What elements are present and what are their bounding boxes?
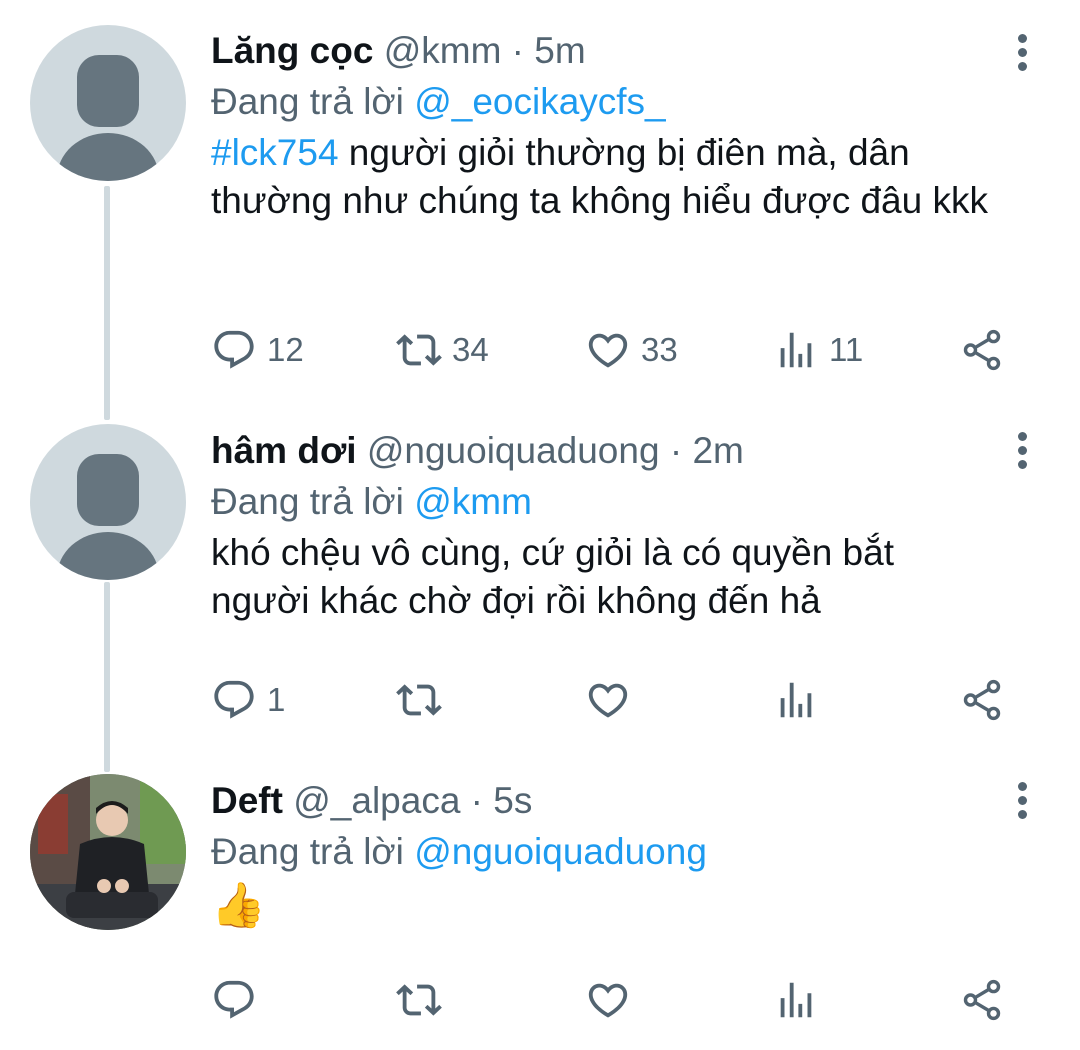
reply-button[interactable] [211,976,267,1024]
avatar[interactable] [30,25,186,181]
reply-prefix: Đang trả lời [211,81,404,122]
share-icon [963,329,1001,371]
author-handle[interactable]: @_alpaca [293,780,460,821]
tweet[interactable]: hâm dơi @nguoiquaduong · 2m Đang trả lời… [0,420,1080,770]
author-name[interactable]: hâm dơi [211,430,357,471]
more-vertical-icon[interactable] [1016,34,1028,74]
views-icon [780,982,812,1018]
retweet-icon [396,984,442,1016]
like-count: 33 [641,331,678,368]
views-icon [780,682,812,718]
author-name[interactable]: Deft [211,780,283,821]
reply-button[interactable]: 1 [211,676,285,724]
tweet-text: #lck754 người giỏi thường bị điên mà, dâ… [211,129,1021,225]
share-button[interactable] [959,326,1005,374]
like-button[interactable]: 33 [585,326,678,374]
default-avatar-head [77,454,139,526]
reply-mention[interactable]: @nguoiquaduong [414,831,707,872]
retweet-icon [396,334,442,366]
retweet-button[interactable]: 34 [396,326,489,374]
share-button[interactable] [959,676,1005,724]
retweet-button[interactable] [396,676,452,724]
heart-icon [588,683,628,718]
tweet[interactable]: Deft @_alpaca · 5s Đang trả lời @nguoiqu… [0,770,1080,1050]
views-icon [780,332,812,368]
more-vertical-icon[interactable] [1016,432,1028,472]
tweet-time[interactable]: 5s [493,780,532,821]
author-name[interactable]: Lăng cọc [211,30,373,71]
retweet-count: 34 [452,331,489,368]
avatar[interactable] [30,774,186,930]
reply-mention[interactable]: @_eocikaycfs_ [414,81,665,122]
default-avatar-shoulders [57,532,159,580]
reply-icon [214,980,254,1019]
tweet-time[interactable]: 2m [692,430,743,471]
reply-prefix: Đang trả lời [211,831,404,872]
views-button[interactable] [773,976,829,1024]
share-button[interactable] [959,976,1005,1024]
reply-prefix: Đang trả lời [211,481,404,522]
reply-icon [214,330,254,369]
like-button[interactable] [585,676,641,724]
heart-icon [588,983,628,1018]
views-count: 11 [829,331,864,368]
views-button[interactable]: 11 [773,326,863,374]
profile-photo [30,774,186,930]
separator-dot: · [460,780,494,821]
default-avatar-shoulders [57,133,159,181]
thumbs-up-emoji: 👍 [211,881,266,930]
separator-dot: · [659,430,693,471]
like-button[interactable] [585,976,641,1024]
separator-dot: · [501,30,535,71]
more-vertical-icon[interactable] [1016,782,1028,822]
share-icon [963,679,1001,721]
tweet-text: 👍 [211,879,1050,933]
tweet-text: khó chệu vô cùng, cứ giỏi là có quyền bắ… [211,532,894,621]
reply-mention[interactable]: @kmm [414,481,532,522]
retweet-button[interactable] [396,976,452,1024]
reply-button[interactable]: 12 [211,326,304,374]
author-handle[interactable]: @kmm [384,30,502,71]
tweet-time[interactable]: 5m [534,30,585,71]
reply-count: 12 [267,331,304,368]
reply-count: 1 [267,681,286,718]
views-button[interactable] [773,676,829,724]
retweet-icon [396,684,442,716]
avatar[interactable] [30,424,186,580]
author-handle[interactable]: @nguoiquaduong [367,430,660,471]
default-avatar-head [77,55,139,127]
hashtag[interactable]: #lck754 [211,132,339,173]
tweet[interactable]: Lăng cọc @kmm · 5m Đang trả lời @_eocika… [0,0,1080,420]
share-icon [963,979,1001,1021]
heart-icon [588,333,628,368]
reply-icon [214,680,254,719]
